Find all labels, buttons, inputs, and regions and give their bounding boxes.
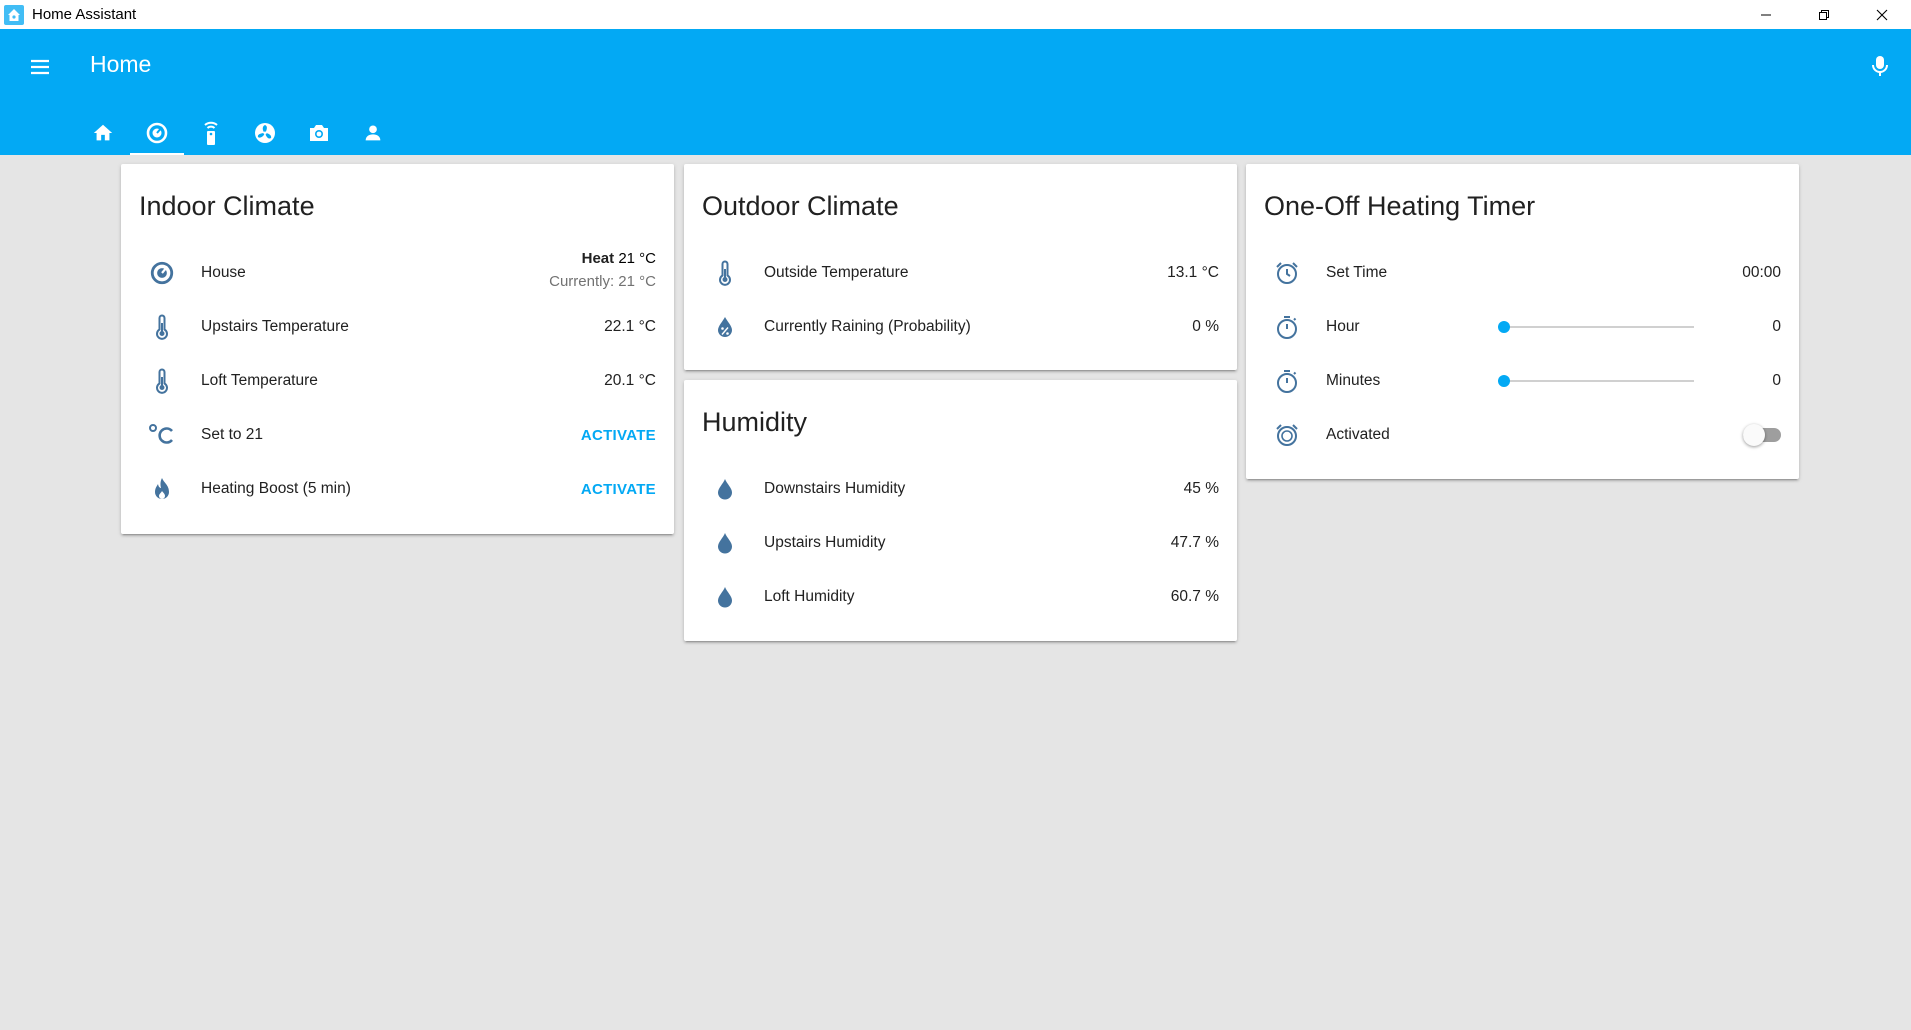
loft-temperature-label: Loft Temperature [201,372,318,389]
set-to-21-row: Set to 21 ACTIVATE [121,415,674,455]
outside-temperature-value: 13.1 °C [1167,264,1219,281]
home-assistant-logo-icon [4,4,24,25]
downstairs-humidity-row[interactable]: Downstairs Humidity 45 % [684,469,1237,509]
upstairs-humidity-row[interactable]: Upstairs Humidity 47.7 % [684,523,1237,563]
activated-label: Activated [1326,426,1390,443]
microphone-icon[interactable] [1865,51,1895,81]
tab-home[interactable] [76,111,130,155]
set-time-row[interactable]: Set Time 00:00 [1246,253,1799,293]
hvac-mode: Heat [581,250,615,267]
thermometer-icon [147,366,177,396]
rain-probability-label: Currently Raining (Probability) [764,318,971,335]
celsius-icon [147,420,177,450]
downstairs-humidity-label: Downstairs Humidity [764,480,906,497]
minutes-slider-thumb[interactable] [1498,375,1510,387]
rain-probability-value: 0 % [1192,318,1219,335]
loft-humidity-value: 60.7 % [1170,588,1219,605]
timer-icon [1272,366,1302,396]
set-time-value: 00:00 [1742,264,1781,281]
minimize-button[interactable] [1737,0,1795,29]
heating-boost-row: Heating Boost (5 min) ACTIVATE [121,469,674,509]
activated-row: Activated [1246,415,1799,455]
restore-button[interactable] [1795,0,1853,29]
close-button[interactable] [1853,0,1911,29]
hour-value: 0 [1772,318,1781,335]
timer-icon [1272,312,1302,342]
fan-icon [255,123,275,143]
window-titlebar: Home Assistant [0,0,1911,29]
upstairs-humidity-label: Upstairs Humidity [764,534,886,551]
loft-temperature-value: 20.1 °C [604,372,656,389]
set-to-21-label: Set to 21 [201,426,264,443]
upstairs-temperature-row[interactable]: Upstairs Temperature 22.1 °C [121,307,674,347]
minutes-slider-track[interactable] [1504,380,1694,382]
rain-probability-row[interactable]: Currently Raining (Probability) 0 % [684,307,1237,347]
card-title: Outdoor Climate [702,191,899,221]
indoor-climate-card: Indoor Climate House Heat 21 °C Currentl… [121,164,674,534]
current-temperature: Currently: 21 °C [549,273,656,290]
minutes-value: 0 [1772,372,1781,389]
home-icon [93,124,113,141]
alarm-clock-icon [1272,258,1302,288]
water-drop-icon [710,582,740,612]
upstairs-temperature-value: 22.1 °C [604,318,656,335]
tab-fan[interactable] [238,111,292,155]
set-time-label: Set Time [1326,264,1388,281]
tab-thermostat[interactable] [130,111,184,155]
hour-label: Hour [1326,318,1360,335]
view-tabs [76,111,400,155]
thermostat-state: Heat 21 °C Currently: 21 °C [549,247,656,293]
tab-person[interactable] [346,111,400,155]
thermometer-icon [147,312,177,342]
window-title: Home Assistant [32,6,137,23]
card-title: Indoor Climate [139,191,315,221]
alarm-check-icon [1272,420,1302,450]
outside-temperature-label: Outside Temperature [764,264,909,281]
minutes-label: Minutes [1326,372,1381,389]
outdoor-climate-card: Outdoor Climate Outside Temperature 13.1… [684,164,1237,370]
minutes-slider-row: Minutes 0 [1246,361,1799,401]
humidity-card: Humidity Downstairs Humidity 45 % Upstai… [684,380,1237,641]
downstairs-humidity-value: 45 % [1183,480,1219,497]
water-drop-icon [710,528,740,558]
activate-button[interactable]: ACTIVATE [581,427,656,444]
loft-temperature-row[interactable]: Loft Temperature 20.1 °C [121,361,674,401]
camera-icon [310,125,328,141]
activate-button[interactable]: ACTIVATE [581,481,656,498]
water-drop-icon [710,474,740,504]
house-label: House [201,264,246,281]
outside-temperature-row[interactable]: Outside Temperature 13.1 °C [684,253,1237,293]
thermostat-icon [147,258,177,288]
card-title: Humidity [702,407,808,437]
upstairs-humidity-value: 47.7 % [1170,534,1219,551]
target-temperature: 21 °C [618,250,656,267]
thermostat-icon [146,122,168,144]
card-title: One-Off Heating Timer [1264,191,1536,221]
house-thermostat-row[interactable]: House Heat 21 °C Currently: 21 °C [121,250,674,293]
fire-icon [147,474,177,504]
hour-slider-thumb[interactable] [1498,321,1510,333]
remote-icon [204,121,218,145]
thermometer-icon [710,258,740,288]
activated-toggle[interactable] [1743,424,1765,446]
heating-boost-label: Heating Boost (5 min) [201,480,351,497]
hour-slider-row: Hour 0 [1246,307,1799,347]
loft-humidity-row[interactable]: Loft Humidity 60.7 % [684,577,1237,617]
loft-humidity-label: Loft Humidity [764,588,855,605]
heating-timer-card: One-Off Heating Timer Set Time 00:00 Hou… [1246,164,1799,479]
upstairs-temperature-label: Upstairs Temperature [201,318,349,335]
hour-slider-track[interactable] [1504,326,1694,328]
page-title: Home [90,51,152,77]
tab-remote[interactable] [184,111,238,155]
water-percent-icon [710,312,740,342]
person-icon [365,125,381,141]
app-header: Home [0,29,1911,155]
tab-camera[interactable] [292,111,346,155]
menu-icon[interactable] [26,53,54,81]
